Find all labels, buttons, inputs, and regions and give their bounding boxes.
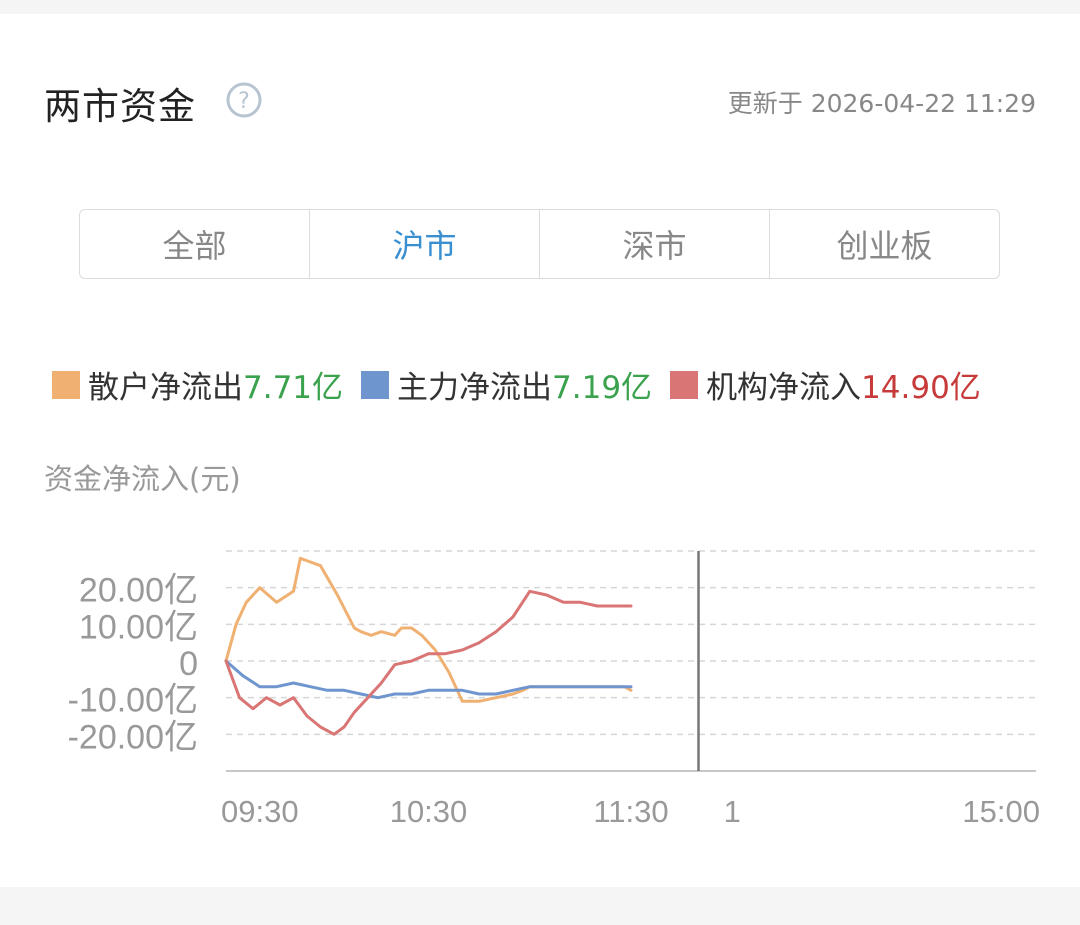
x-tick-label: 15:00: [962, 794, 1040, 829]
fund-flow-chart: 20.00亿10.00亿0-10.00亿-20.00亿 09:30 10:30 11:…: [68, 550, 1040, 829]
y-tick-label: 10.00亿: [79, 608, 198, 646]
y-tick-label: 20.00亿: [79, 572, 198, 610]
series-line-0: [224, 556, 633, 703]
series-line-2: [224, 589, 633, 736]
y-tick-label: -20.00亿: [68, 718, 198, 756]
x-tick-label: 11:30: [593, 794, 668, 829]
x-tick-label: 09:30: [221, 794, 299, 829]
x-tick-label: 1: [724, 794, 741, 829]
y-tick-label: -10.00亿: [68, 682, 198, 720]
series-line-1: [224, 659, 633, 700]
x-tick-label: 10:30: [390, 794, 468, 829]
y-tick-label: 0: [179, 645, 198, 683]
